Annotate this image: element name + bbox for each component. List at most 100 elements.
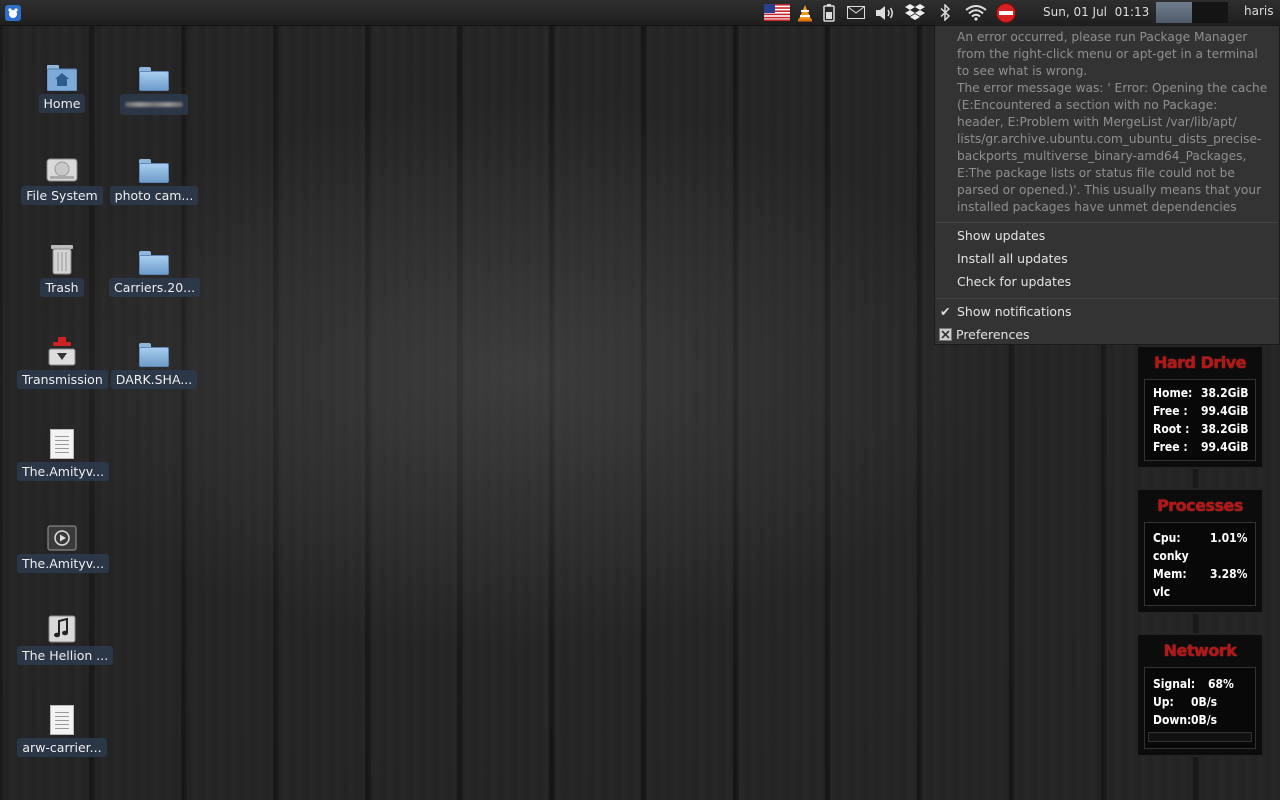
error-line: from the right-click menu or apt-get in …: [957, 47, 1258, 61]
desktop-icon-label: DARK.SHA...: [110, 370, 198, 389]
folder-icon: [137, 57, 171, 91]
transmission-icon: [45, 333, 79, 367]
mail-icon[interactable]: [845, 3, 867, 22]
desktop-icon-file-system[interactable]: File System: [17, 149, 107, 235]
error-line: parsed or opened.)'. This usually means …: [957, 183, 1262, 197]
conky-processes-title: Processes: [1157, 496, 1243, 515]
folder-icon: [137, 149, 171, 183]
clock-date: Sun, 01 Jul: [1043, 5, 1108, 19]
conky-row: Free : 99.4GiB: [1153, 440, 1248, 454]
down-label: Down:: [1153, 713, 1192, 727]
desktop-icon-label: File System: [21, 186, 103, 205]
row-value: 99.4GiB: [1201, 440, 1249, 454]
desktop-icon-photo-cam[interactable]: photo cam...: [109, 149, 199, 235]
row-value: 99.4GiB: [1201, 404, 1249, 418]
error-line: The error message was: ' Error: Opening …: [957, 81, 1268, 95]
conky-processes-panel: Processes Cpu: 1.01% conky Mem: 3.28% vlc: [1136, 488, 1264, 614]
up-value: 0B/s: [1191, 695, 1218, 709]
conky-row: Root : 38.2GiB: [1153, 422, 1248, 436]
error-line: header, E:Problem with MergeList /var/li…: [957, 115, 1237, 129]
desktop-icon-carriers[interactable]: Carriers.20...: [109, 241, 201, 327]
desktop-icon-label: arw-carrier...: [17, 738, 107, 757]
conky-row: Free : 99.4GiB: [1153, 404, 1248, 418]
desktop-icon-blurred-folder[interactable]: [109, 57, 199, 143]
row-label: Home:: [1153, 386, 1193, 400]
top-panel: Sun, 01 Jul 01:13 haris: [0, 0, 1280, 26]
desktop-icon-label: Carriers.20...: [109, 278, 201, 297]
desktop-icon-label: The.Amityv...: [17, 554, 110, 573]
desktop-icon-home[interactable]: Home: [17, 57, 107, 143]
cpu-process: conky: [1153, 549, 1189, 563]
bluetooth-icon[interactable]: [936, 3, 954, 22]
cpu-value: 1.01%: [1210, 531, 1248, 545]
desktop-icon-label: Trash: [40, 278, 84, 297]
volume-icon[interactable]: [874, 3, 896, 22]
row-label: Free :: [1153, 404, 1188, 418]
show-notifications-menu-item[interactable]: ✔ Show notifications: [940, 304, 1072, 319]
clock[interactable]: Sun, 01 Jul 01:13: [1043, 5, 1149, 19]
row-label: Free :: [1153, 440, 1188, 454]
workspace-2[interactable]: [1192, 2, 1228, 23]
up-label: Up:: [1153, 695, 1174, 709]
up-row: Up: 0B/s: [1153, 695, 1217, 709]
audio-file-icon: [45, 609, 79, 643]
desktop-icon-label: photo cam...: [109, 186, 199, 205]
desktop-icon-transmission[interactable]: Transmission: [17, 333, 108, 419]
row-label: Root :: [1153, 422, 1190, 436]
down-value: 0B/s: [1191, 713, 1218, 727]
text-document-icon: [45, 701, 79, 735]
mem-label: Mem:: [1153, 567, 1187, 581]
wifi-icon[interactable]: [964, 3, 988, 22]
show-updates-menu-item[interactable]: Show updates: [957, 228, 1045, 243]
conky-network-panel: Network Signal: 68% Up: 0B/s Down: 0B/s: [1136, 633, 1264, 757]
update-error-icon[interactable]: [994, 2, 1018, 23]
mem-value: 3.28%: [1210, 567, 1248, 581]
mem-row: Mem: 3.28%: [1153, 567, 1247, 581]
trash-icon: [45, 241, 79, 275]
error-line: installed packages have unmet dependenci…: [957, 200, 1237, 214]
error-line: to see what is wrong.: [957, 64, 1088, 78]
conky-hard-drive-title: Hard Drive: [1153, 353, 1247, 372]
mem-process: vlc: [1153, 585, 1171, 599]
conky-hard-drive-body: Home: 38.2GiB Free : 99.4GiB Root : 38.2…: [1144, 379, 1256, 461]
cpu-label: Cpu:: [1153, 531, 1181, 545]
folder-icon: [137, 241, 171, 275]
desktop-icon-hellion-audio[interactable]: The Hellion ...: [17, 609, 114, 695]
user-name[interactable]: haris: [1244, 4, 1273, 18]
checkmark-icon: ✔: [940, 304, 951, 319]
row-value: 38.2GiB: [1201, 386, 1249, 400]
desktop-icon-amityville-video[interactable]: The.Amityv...: [17, 517, 110, 603]
desktop-icon-label: Transmission: [17, 370, 108, 389]
menu-separator: [936, 298, 1278, 299]
signal-value: 68%: [1208, 677, 1234, 691]
down-row: Down: 0B/s: [1153, 713, 1217, 727]
xfce-menu-icon[interactable]: [4, 3, 22, 22]
install-all-updates-menu-item[interactable]: Install all updates: [957, 251, 1068, 266]
redacted-text: [125, 102, 183, 107]
check-for-updates-menu-item[interactable]: Check for updates: [957, 274, 1071, 289]
preferences-menu-item[interactable]: Preferences: [939, 327, 1030, 342]
desktop-icon-dark-sha[interactable]: DARK.SHA...: [109, 333, 199, 419]
error-line: lists/gr.archive.ubuntu.com_ubuntu_dists…: [957, 132, 1262, 146]
preferences-label: Preferences: [956, 327, 1030, 342]
conky-network-title: Network: [1163, 641, 1237, 660]
update-notifier-menu: An error occurred, please run Package Ma…: [934, 25, 1280, 345]
workspace-switcher[interactable]: [1156, 2, 1228, 23]
battery-icon[interactable]: [821, 3, 837, 22]
error-message: An error occurred, please run Package Ma…: [957, 29, 1272, 216]
clock-time: 01:13: [1114, 5, 1150, 19]
vlc-icon[interactable]: [795, 3, 815, 22]
workspace-1[interactable]: [1156, 2, 1192, 23]
desktop-icon-label: The Hellion ...: [17, 646, 114, 665]
desktop-icon-trash[interactable]: Trash: [17, 241, 107, 327]
conky-row: Home: 38.2GiB: [1153, 386, 1248, 400]
desktop-icon-amityville-text[interactable]: The.Amityv...: [17, 425, 110, 511]
hard-disk-icon: [45, 149, 79, 183]
desktop-icon-label: Home: [38, 94, 86, 113]
desktop-icon-arw-carrier[interactable]: arw-carrier...: [17, 701, 107, 787]
dropbox-icon[interactable]: [904, 3, 926, 22]
us-flag-keyboard-layout-icon[interactable]: [763, 3, 791, 22]
conky-network-body: Signal: 68% Up: 0B/s Down: 0B/s: [1144, 667, 1256, 749]
error-line: An error occurred, please run Package Ma…: [957, 30, 1248, 44]
menu-separator: [936, 222, 1278, 223]
